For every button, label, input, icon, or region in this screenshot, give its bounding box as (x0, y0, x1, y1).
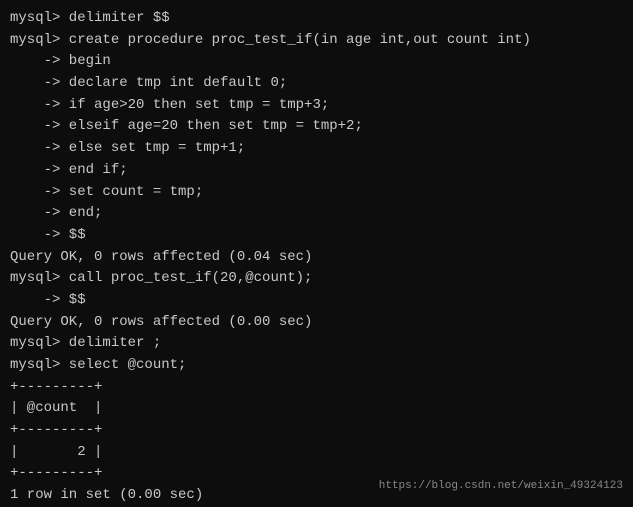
terminal-line: -> else set tmp = tmp+1; (10, 138, 623, 160)
terminal-line: -> $$ (10, 290, 623, 312)
terminal-line: -> end; (10, 203, 623, 225)
terminal-line: mysql> call proc_test_if(20,@count); (10, 268, 623, 290)
watermark: https://blog.csdn.net/weixin_49324123 (379, 480, 623, 492)
terminal-line: mysql> create procedure proc_test_if(in … (10, 30, 623, 52)
terminal-line: -> if age>20 then set tmp = tmp+3; (10, 95, 623, 117)
terminal-line: Query OK, 0 rows affected (0.04 sec) (10, 247, 623, 269)
terminal-line: -> end if; (10, 160, 623, 182)
terminal-line: mysql> delimiter $$ (10, 8, 623, 30)
terminal-line: | 2 | (10, 442, 623, 464)
terminal-line: mysql> delimiter ; (10, 333, 623, 355)
terminal-line: -> set count = tmp; (10, 182, 623, 204)
terminal-line: +---------+ (10, 420, 623, 442)
terminal-window: mysql> delimiter $$mysql> create procedu… (0, 0, 633, 500)
terminal-line: +---------+ (10, 377, 623, 399)
terminal-line: -> begin (10, 51, 623, 73)
terminal-line: Query OK, 0 rows affected (0.00 sec) (10, 312, 623, 334)
terminal-line: -> declare tmp int default 0; (10, 73, 623, 95)
terminal-line: mysql> select @count; (10, 355, 623, 377)
terminal-line: -> elseif age=20 then set tmp = tmp+2; (10, 116, 623, 138)
terminal-line: | @count | (10, 398, 623, 420)
terminal-line: -> $$ (10, 225, 623, 247)
